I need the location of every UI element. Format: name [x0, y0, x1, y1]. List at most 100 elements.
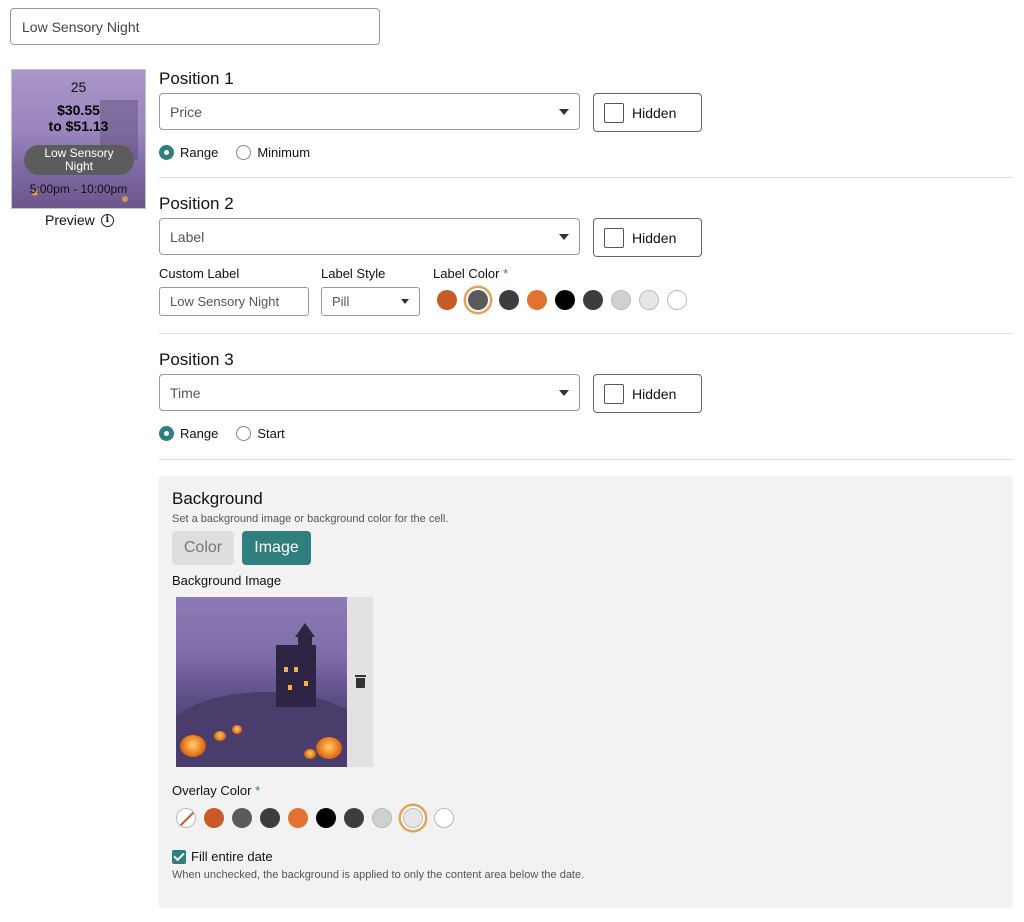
preview-day-number: 25 [70, 79, 87, 95]
required-mark: * [503, 266, 509, 281]
label-style-title: Label Style [321, 266, 386, 281]
position-1-hidden-toggle[interactable]: Hidden [593, 93, 702, 132]
preview-caption: Preview i [45, 212, 114, 228]
preview-price-line1: $30.55 [57, 102, 100, 118]
radio-range[interactable] [159, 145, 174, 160]
background-image-container [176, 597, 373, 767]
label-style-select[interactable]: Pill [321, 287, 420, 316]
radio-range-label[interactable]: Range [180, 426, 218, 441]
label-color-swatch[interactable] [639, 290, 659, 310]
hidden-label: Hidden [632, 104, 677, 121]
hidden-label: Hidden [632, 385, 677, 402]
overlay-color-swatch[interactable] [204, 808, 224, 828]
position-1-select-value: Price [170, 103, 202, 120]
position-3-select[interactable]: Time [159, 374, 580, 411]
tower-shape [298, 635, 312, 655]
background-title: Background [172, 489, 263, 508]
label-style-value: Pill [332, 294, 350, 309]
overlay-color-swatch[interactable] [344, 808, 364, 828]
pumpkin-shape [214, 731, 226, 741]
custom-label-title: Custom Label [159, 266, 240, 281]
overlay-color-label-text: Overlay Color [172, 783, 252, 798]
preview-label-pill: Low Sensory Night [24, 145, 134, 175]
overlay-color-swatch[interactable] [288, 808, 308, 828]
radio-range[interactable] [159, 426, 174, 441]
preview-card: 25 $30.55 to $51.13 Low Sensory Night 5:… [11, 69, 146, 209]
event-name-input[interactable] [10, 8, 380, 45]
position-2-select-value: Label [170, 228, 205, 245]
fill-entire-date-checkbox[interactable] [172, 849, 186, 864]
preview-price: $30.55 to $51.13 [12, 102, 145, 134]
pumpkin-shape [232, 725, 242, 734]
overlay-color-label: Overlay Color * [172, 783, 260, 798]
image-tab-button[interactable]: Image [242, 531, 311, 565]
divider [159, 333, 1013, 334]
divider [159, 459, 1013, 460]
label-color-swatch[interactable] [667, 290, 687, 310]
overlay-color-swatch[interactable] [316, 808, 336, 828]
overlay-color-swatch[interactable] [372, 808, 392, 828]
overlay-color-swatch[interactable] [434, 808, 454, 828]
label-color-swatch[interactable] [583, 290, 603, 310]
pumpkin-shape [180, 735, 206, 757]
radio-start-label[interactable]: Start [257, 426, 284, 441]
position-3-select-value: Time [170, 384, 201, 401]
label-color-title: Label Color * [433, 266, 508, 281]
fill-entire-date-row[interactable]: Fill entire date [172, 849, 273, 864]
label-color-title-text: Label Color [433, 266, 500, 281]
label-color-swatch[interactable] [527, 290, 547, 310]
position-3-title: Position 3 [159, 350, 234, 369]
trash-can [356, 678, 365, 688]
preview-price-line2: to $51.13 [48, 118, 109, 134]
fill-entire-date-label[interactable]: Fill entire date [191, 849, 273, 864]
position-1-radio-group: Range Minimum [159, 145, 322, 160]
radio-minimum[interactable] [236, 145, 252, 160]
position-3-radio-group: Range Start [159, 426, 297, 441]
label-color-swatch[interactable] [468, 290, 488, 310]
radio-start[interactable] [236, 426, 252, 441]
preview-pumpkin-glow [122, 196, 128, 202]
label-color-swatch[interactable] [555, 290, 575, 310]
radio-minimum-label[interactable]: Minimum [257, 145, 310, 160]
caret-down-icon [401, 299, 409, 304]
window-light [304, 681, 308, 686]
background-subtitle: Set a background image or background col… [172, 513, 449, 525]
trash-icon[interactable] [355, 675, 366, 688]
position-2-hidden-toggle[interactable]: Hidden [593, 218, 702, 257]
position-1-title: Position 1 [159, 69, 234, 88]
label-color-swatch[interactable] [499, 290, 519, 310]
overlay-color-swatch[interactable] [260, 808, 280, 828]
caret-down-icon [559, 389, 569, 396]
divider [159, 177, 1013, 178]
background-image-thumbnail[interactable] [176, 597, 347, 767]
required-mark: * [255, 783, 261, 798]
position-1-select[interactable]: Price [159, 93, 580, 130]
custom-label-input[interactable] [159, 287, 309, 316]
position-2-title: Position 2 [159, 194, 234, 213]
overlay-color-swatch[interactable] [232, 808, 252, 828]
window-light [284, 667, 288, 672]
checkbox-icon [604, 102, 624, 123]
caret-down-icon [559, 233, 569, 240]
label-color-swatch[interactable] [611, 290, 631, 310]
background-image-label: Background Image [172, 573, 282, 588]
fill-entire-date-help: When unchecked, the background is applie… [172, 869, 585, 881]
pumpkin-shape [304, 749, 316, 759]
overlay-color-swatch[interactable] [403, 808, 423, 828]
position-3-hidden-toggle[interactable]: Hidden [593, 374, 702, 413]
checkbox-icon [604, 383, 624, 404]
window-light [294, 667, 298, 672]
label-color-swatches [437, 290, 687, 310]
hidden-label: Hidden [632, 229, 677, 246]
overlay-color-swatches [176, 808, 454, 828]
radio-range-label[interactable]: Range [180, 145, 218, 160]
info-icon[interactable]: i [100, 213, 114, 227]
position-2-select[interactable]: Label [159, 218, 580, 255]
roof-shape [295, 623, 315, 637]
caret-down-icon [559, 108, 569, 115]
label-color-swatch[interactable] [437, 290, 457, 310]
trash-lid [355, 675, 366, 677]
color-tab-button[interactable]: Color [172, 531, 234, 565]
window-light [288, 685, 292, 690]
overlay-color-swatch-none[interactable] [176, 808, 196, 828]
